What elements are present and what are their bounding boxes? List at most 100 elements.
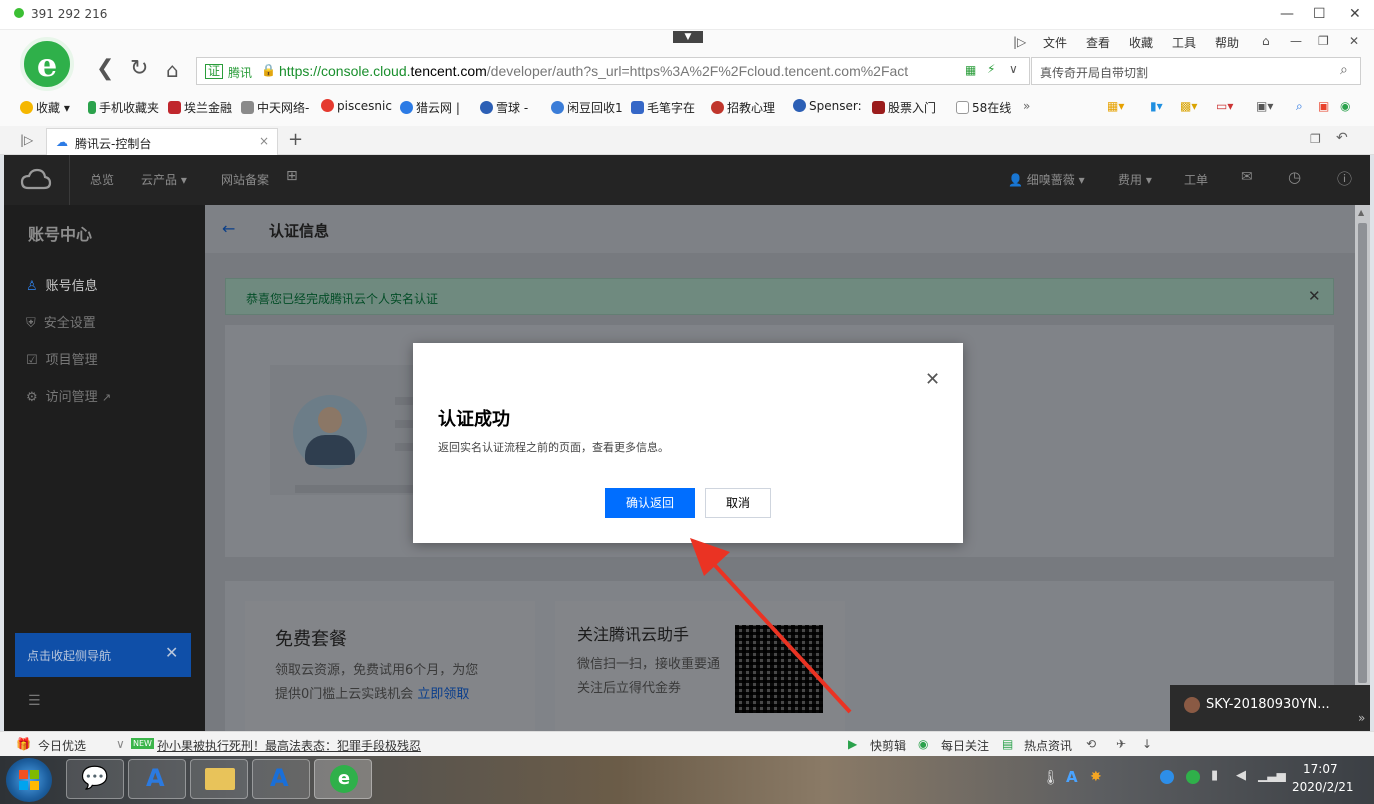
clock-time[interactable]: 17:07 [1303,762,1338,776]
sidebar-toggle-icon[interactable]: |▷ [20,133,33,147]
extension-icon[interactable]: ▭▾ [1216,99,1233,113]
search-icon[interactable]: ⌕ [1340,62,1348,78]
qr-icon[interactable]: ▦ [965,63,976,77]
bookmark-item[interactable]: 中天网络- [241,99,309,116]
device-tray-icon[interactable]: ▮ [1211,768,1218,783]
claim-link[interactable]: 立即领取 [417,687,469,702]
explorer-taskbar-button[interactable] [190,759,248,799]
address-bar[interactable]: 证 腾讯 🔒 https://console.cloud.tencent.com… [196,57,1030,85]
sidebar-toggle-icon[interactable]: |▷ [1013,35,1026,49]
volume-icon[interactable]: ◀ [1236,768,1246,783]
extension-icon[interactable]: ◉ [1340,99,1350,113]
speed-icon[interactable]: ⟲ [1086,737,1096,751]
bookmark-item[interactable]: piscesnic [321,99,392,113]
search-input[interactable]: 真传奇开局自带切割 [1040,64,1148,81]
app-tray-icon[interactable]: A [1066,768,1078,786]
nav-tickets[interactable]: 工单 [1184,171,1208,188]
back-icon[interactable]: ❮ [96,56,114,81]
hot-news[interactable]: 热点资讯 [1024,737,1072,754]
user-menu[interactable]: 👤 细嗅蔷薇 ▾ [1008,171,1085,188]
pin-icon[interactable]: ✈ [1116,737,1126,751]
menu-view[interactable]: 查看 [1086,34,1110,51]
thermometer-icon[interactable]: 🌡 [1042,770,1060,786]
extension-icon[interactable]: ⌕ [1296,99,1303,114]
scrollbar-thumb[interactable] [1358,223,1367,683]
collapse-tip[interactable]: 点击收起侧导航 ✕ [15,633,191,677]
new-tab-icon[interactable]: + [288,129,303,150]
close-icon[interactable]: ✕ [925,369,940,390]
sidebar-item-security[interactable]: ⛨ 安全设置 [26,312,96,331]
maximize-icon[interactable]: ☐ [1313,6,1326,22]
bookmark-item[interactable]: 猎云网 | [400,99,460,116]
extension-icon[interactable]: ▩▾ [1180,99,1197,113]
undo-close-icon[interactable]: ↶ [1336,130,1348,146]
browser-taskbar-button[interactable]: e [314,759,372,799]
app-taskbar-button[interactable]: A [128,759,186,799]
signal-icon[interactable]: ▁▃▅ [1258,768,1286,782]
add-shortcut-icon[interactable]: ⊞ [286,168,298,184]
home-icon[interactable]: ⌂ [166,58,179,82]
more-bookmarks-icon[interactable]: » [1023,99,1030,113]
collapse-nav-icon[interactable]: ☰ [28,693,41,709]
browser-tray-icon[interactable] [1186,770,1200,784]
bookmark-item[interactable]: 雪球 - [480,99,528,116]
close-icon[interactable]: ✕ [1308,287,1321,305]
sidebar-item-account-info[interactable]: ♙ 账号信息 [26,275,98,294]
sidebar-item-projects[interactable]: ☑ 项目管理 [26,349,98,368]
lightning-icon[interactable]: ⚡ [987,62,995,76]
nav-overview[interactable]: 总览 [90,171,114,188]
app-taskbar-button[interactable]: A [252,759,310,799]
menu-file[interactable]: 文件 [1043,34,1067,51]
tencent-cloud-logo-icon[interactable] [20,168,52,192]
apps-icon[interactable]: ▦▾ [1107,99,1124,113]
extension-icon[interactable]: ▣ [1318,99,1329,113]
bookmark-item[interactable]: 股票入门 [872,99,936,116]
close-icon[interactable]: ✕ [1349,34,1359,48]
wechat-taskbar-button[interactable]: 💬 [66,759,124,799]
help-icon[interactable]: ⓘ [1337,168,1352,189]
bookmark-item[interactable]: 收藏 ▾ [20,99,70,116]
network-tray-icon[interactable] [1160,770,1174,784]
daily-focus[interactable]: 每日关注 [941,737,989,754]
nav-beian[interactable]: 网站备案 [221,171,269,188]
refresh-icon[interactable]: ↻ [130,56,148,81]
tab-list-icon[interactable]: ❐ [1310,132,1321,146]
close-icon[interactable]: ✕ [1349,6,1361,22]
nav-billing[interactable]: 费用 ▾ [1118,171,1152,188]
confirm-return-button[interactable]: 确认返回 [605,488,695,518]
menu-help[interactable]: 帮助 [1215,34,1239,51]
scrollbar[interactable]: ▲ [1355,205,1370,731]
close-icon[interactable]: ✕ [165,643,178,662]
bookmark-item[interactable]: 埃兰金融 [168,99,232,116]
menu-tools[interactable]: 工具 [1172,34,1196,51]
extension-icon[interactable]: ▣▾ [1256,99,1273,113]
mail-icon[interactable]: ✉ [1241,169,1253,185]
bookmark-item[interactable]: 招教心理 [711,99,775,116]
bookmark-item[interactable]: 闲豆回收1 [551,99,623,116]
bookmark-item[interactable]: 58在线 [956,99,1011,116]
tab-close-icon[interactable]: × [259,134,269,148]
restore-icon[interactable]: ❐ [1318,34,1329,48]
clock-date[interactable]: 2020/2/21 [1292,780,1354,794]
tray-icon[interactable]: ✸ [1090,769,1102,785]
minimize-icon[interactable]: — [1290,34,1302,48]
bookmark-item[interactable]: 手机收藏夹 [88,99,159,116]
tab-active[interactable]: ☁ 腾讯云-控制台 × [46,128,278,155]
bookmark-item[interactable]: Spenser: [793,99,862,113]
today-picks[interactable]: 今日优选 [38,737,86,754]
minimize-icon[interactable]: — [1280,6,1294,22]
clock-icon[interactable]: ◷ [1288,168,1301,186]
extension-icon[interactable]: ▮▾ [1150,99,1163,113]
chevron-down-icon[interactable]: ▼ [673,31,703,43]
download-icon[interactable]: ↓ [1142,737,1152,751]
cancel-button[interactable]: 取消 [705,488,771,518]
chevron-down-icon[interactable]: ∨ [116,737,125,751]
back-arrow-icon[interactable]: ← [222,219,235,238]
expand-icon[interactable]: » [1358,711,1365,725]
bookmark-item[interactable]: 毛笔字在 [631,99,695,116]
dropdown-icon[interactable]: ∨ [1009,62,1018,76]
nav-products[interactable]: 云产品 ▾ [141,171,187,188]
skin-icon[interactable]: ⌂ [1262,34,1270,48]
menu-favorites[interactable]: 收藏 [1129,34,1153,51]
quick-edit[interactable]: 快剪辑 [870,737,906,754]
